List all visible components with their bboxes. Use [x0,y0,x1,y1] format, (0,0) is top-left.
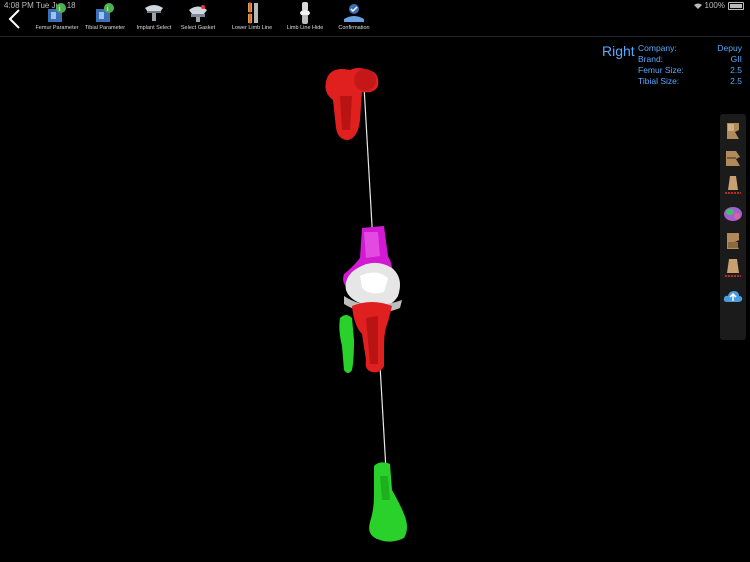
toolbar: i Femur Parameter i Tibial Parameter Imp… [0,0,750,37]
tibial-parameter-icon: i [96,3,114,22]
bone-view-icon-2[interactable] [722,147,744,169]
tibial-size-row: Tibial Size: 2.5 [638,76,742,87]
side-label: Right [602,43,635,59]
cloud-upload-icon[interactable] [722,286,744,308]
limb-3d-view[interactable] [0,36,750,562]
select-gasket-label: Select Gasket [180,25,216,31]
confirmation-icon [344,4,364,22]
company-label: Company: [638,43,677,53]
distal-tibia-model [369,462,407,542]
implant-select-icon [145,5,163,21]
femur-size-value: 2.5 [730,65,742,75]
select-gasket-button[interactable]: Select Gasket [167,2,229,34]
lower-limb-line-icon [248,2,258,24]
company-row: Company: Depuy [638,43,742,54]
femoral-head-model [325,68,379,140]
limb-line-hide-icon [300,2,310,24]
bone-view-icon-1[interactable] [722,120,744,142]
brand-value: GII [730,54,742,64]
company-value: Depuy [717,43,742,53]
select-gasket-icon [189,5,207,22]
bone-cut-icon-2[interactable] [722,257,744,279]
tibial-size-value: 2.5 [730,76,742,86]
bone-cut-icon-1[interactable] [722,174,744,196]
femur-parameter-icon: i [48,3,66,22]
bone-view-icon-3[interactable] [722,230,744,252]
femur-size-label: Femur Size: [638,65,684,75]
tibia-proximal-model [352,302,392,373]
confirmation-label: Confirmation [338,25,370,31]
brand-label: Brand: [638,54,664,64]
fibula-model [339,315,354,373]
confirmation-button[interactable]: Confirmation [323,2,385,34]
brand-row: Brand: GII [638,54,742,65]
tibial-size-label: Tibial Size: [638,76,680,86]
implant-info-panel: Company: Depuy Brand: GII Femur Size: 2.… [638,43,742,87]
back-arrow-icon[interactable] [6,8,24,30]
view-side-panel [720,114,746,340]
femur-size-row: Femur Size: 2.5 [638,65,742,76]
bone-colored-icon[interactable] [722,202,744,224]
